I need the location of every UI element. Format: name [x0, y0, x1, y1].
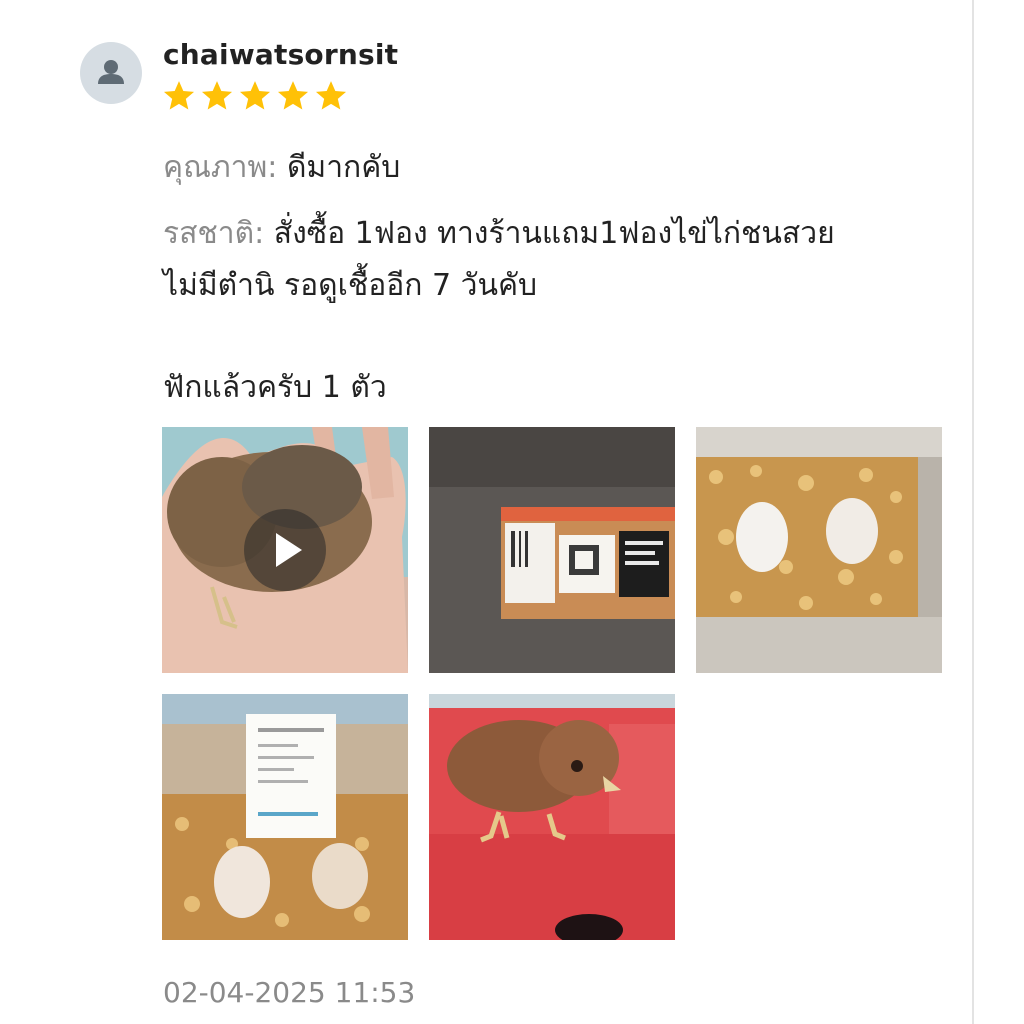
taste-value-continued: ไม่มีตำนิ รอดูเชื้ออีก 7 วันคับ [163, 268, 538, 303]
star-icon [200, 80, 234, 112]
media-thumbnail-4[interactable] [162, 694, 408, 940]
user-icon [98, 60, 124, 84]
eggs-with-receipt-image [162, 694, 408, 940]
star-icon [276, 80, 310, 112]
review-page: chaiwatsornsit คุณภาพ: ดีมากคับ รสชาติ: … [0, 0, 1024, 1024]
parcel-image [429, 427, 675, 673]
quality-label: คุณภาพ: [163, 150, 278, 185]
taste-label: รสชาติ: [163, 216, 265, 251]
taste-value: สั่งซื้อ 1ฟอง ทางร้านแถม1ฟองไข่ไก่ชนสวย [273, 216, 835, 251]
chick-on-red-surface-image [429, 694, 675, 940]
reviewer-username[interactable]: chaiwatsornsit [163, 38, 398, 71]
review-timestamp: 02-04-2025 11:53 [163, 976, 416, 1009]
star-icon [314, 80, 348, 112]
quality-row: คุณภาพ: ดีมากคับ [163, 144, 400, 191]
star-icon [162, 80, 196, 112]
star-rating [162, 80, 348, 112]
review-comment: ฟักแล้วครับ 1 ตัว [163, 370, 387, 405]
avatar[interactable] [80, 42, 142, 104]
divider [972, 0, 974, 1024]
media-thumbnail-video[interactable] [162, 427, 408, 673]
quality-value: ดีมากคับ [286, 150, 401, 185]
play-button[interactable] [244, 509, 326, 591]
media-thumbnail-2[interactable] [429, 427, 675, 673]
media-thumbnail-5[interactable] [429, 694, 675, 940]
star-icon [238, 80, 272, 112]
play-icon [276, 533, 302, 567]
media-thumbnail-3[interactable] [696, 427, 942, 673]
eggs-in-box-image [696, 427, 942, 673]
taste-row: รสชาติ: สั่งซื้อ 1ฟอง ทางร้านแถม1ฟองไข่ไ… [163, 210, 835, 257]
